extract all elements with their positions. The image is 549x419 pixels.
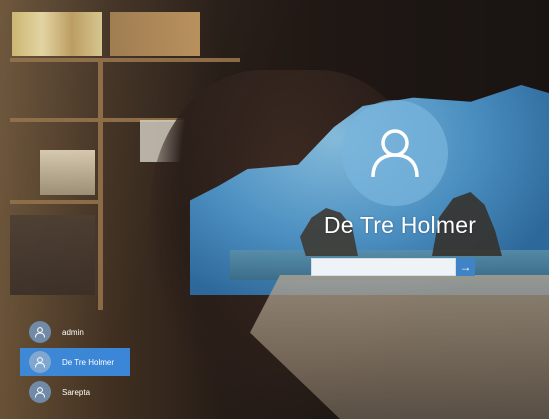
user-name: admin: [62, 327, 84, 337]
user-icon: [29, 321, 51, 343]
submit-button[interactable]: →: [456, 258, 475, 276]
user-switcher-list: admin De Tre Holmer Sarepta: [20, 318, 130, 408]
password-row: →: [311, 258, 475, 276]
user-item-de-tre-holmer[interactable]: De Tre Holmer: [20, 348, 130, 376]
user-name: De Tre Holmer: [62, 357, 115, 367]
login-screen: De Tre Holmer → admin De Tre Holmer Sare…: [0, 0, 549, 419]
user-item-sarepta[interactable]: Sarepta: [20, 378, 130, 406]
arrow-right-icon: →: [459, 260, 472, 274]
beach: [250, 275, 549, 419]
user-icon: [29, 381, 51, 403]
user-avatar: [342, 100, 448, 206]
user-name: Sarepta: [62, 387, 91, 397]
user-item-admin[interactable]: admin: [20, 318, 130, 346]
user-icon: [29, 351, 51, 373]
password-input[interactable]: [311, 258, 456, 276]
user-icon: [371, 129, 419, 178]
current-username: De Tre Holmer: [323, 212, 477, 238]
